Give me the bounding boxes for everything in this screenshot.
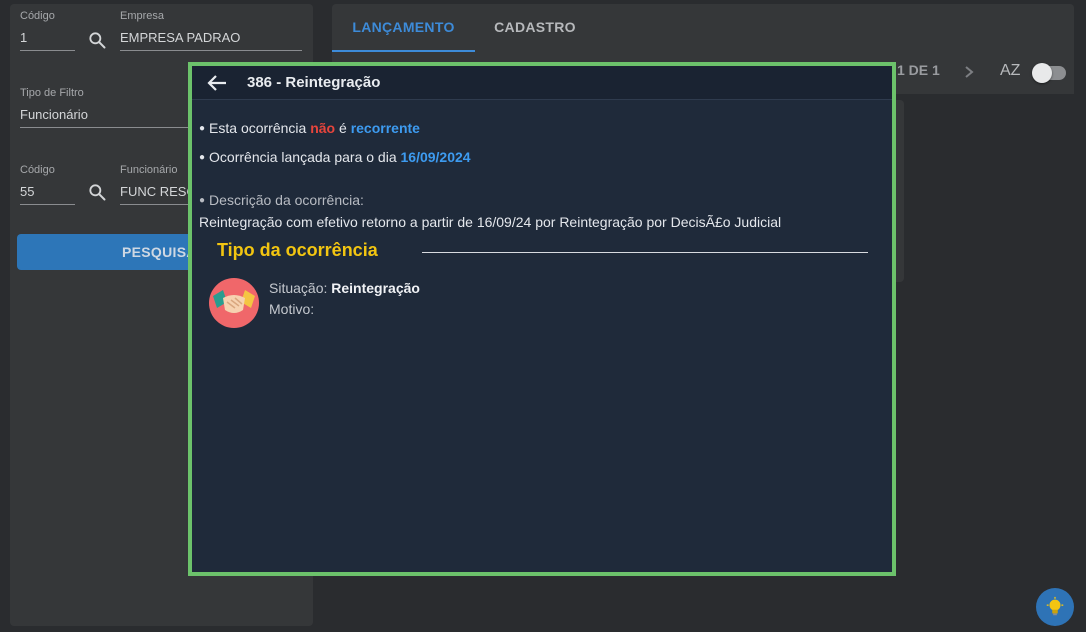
codigo-func-input[interactable]: 55: [20, 176, 75, 205]
nao-text: não: [310, 120, 336, 136]
lightbulb-icon: [1046, 596, 1064, 616]
occurrence-date: 16/09/2024: [400, 149, 471, 165]
empresa-label: Empresa: [120, 10, 165, 22]
codigo-func-field[interactable]: Código 55: [20, 164, 75, 205]
app-root: Código 1 Empresa EMPRESA PADRAO Tipo de …: [0, 0, 1086, 632]
section-divider: [422, 252, 868, 253]
descricao-text: Reintegração com efetivo retorno a parti…: [199, 214, 782, 230]
data-prefix: Ocorrência lançada para o dia: [209, 149, 401, 165]
situacao-value: Reintegração: [331, 280, 420, 296]
codigo-empresa-input[interactable]: 1: [20, 22, 75, 51]
recorrente-mid: é: [335, 120, 351, 136]
codigo-func-label: Código: [20, 164, 55, 176]
tab-lancamento[interactable]: LANÇAMENTO: [332, 4, 475, 52]
handshake-icon: [209, 278, 259, 328]
sort-toggle[interactable]: [1032, 63, 1066, 83]
search-icon[interactable]: [87, 182, 107, 202]
tab-cadastro[interactable]: CADASTRO: [475, 4, 595, 52]
recorrente-prefix: Esta ocorrência: [209, 120, 311, 136]
codigo-empresa-field[interactable]: Código 1: [20, 10, 75, 51]
pager-text: 1 DE 1: [897, 62, 940, 78]
situacao-row: Situação: Reintegração: [269, 280, 420, 296]
search-icon[interactable]: [87, 30, 107, 50]
chevron-right-icon[interactable]: [962, 64, 976, 80]
help-button[interactable]: [1036, 588, 1074, 626]
sort-az-icon[interactable]: AZ: [1000, 62, 1020, 80]
empresa-field[interactable]: Empresa EMPRESA PADRAO: [120, 10, 302, 51]
occurrence-dialog: 386 - Reintegração ● Esta ocorrência não …: [188, 62, 896, 576]
data-line: ● Ocorrência lançada para o dia 16/09/202…: [199, 149, 471, 165]
situacao-label: Situação:: [269, 280, 332, 296]
empresa-input[interactable]: EMPRESA PADRAO: [120, 22, 302, 51]
recorrente-text: recorrente: [350, 120, 420, 136]
codigo-empresa-label: Código: [20, 10, 55, 22]
dialog-title: 386 - Reintegração: [247, 74, 381, 91]
section-title: Tipo da ocorrência: [217, 240, 378, 260]
motivo-label: Motivo:: [269, 301, 315, 317]
back-arrow-icon[interactable]: [206, 73, 228, 93]
descricao-label: ● Descrição da ocorrência:: [199, 192, 364, 208]
recorrente-line: ● Esta ocorrência não é recorrente: [199, 120, 420, 136]
dialog-header: 386 - Reintegração: [192, 66, 892, 100]
